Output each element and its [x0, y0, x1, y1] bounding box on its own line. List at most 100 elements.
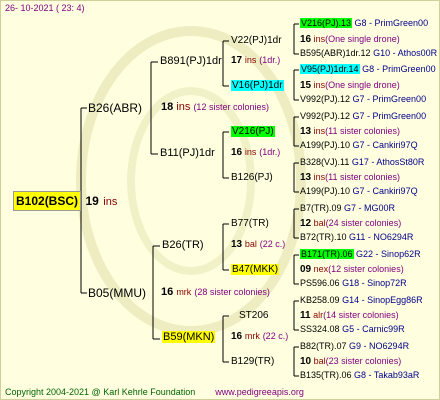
gen4-ancestor-label: B171(TR).06 — [300, 249, 354, 259]
gen2-stats-4-ins: mrk — [244, 331, 260, 341]
gen4-stats-sisters: (One single drone) — [325, 34, 400, 44]
gen4-ancestor-lineage: G8 - PrimGreen00 — [354, 18, 429, 28]
gen4-ancestor-lineage: G8 - Takab93aR — [354, 370, 420, 380]
gen2-stats-4-number: 16 — [231, 331, 243, 342]
gen4-ancestor-lineage: G7 - Cankiri97Q — [352, 140, 418, 150]
gen4-ancestor-row: A199(PJ).10 G7 - Cankiri97Q — [300, 186, 439, 196]
gen4-ancestor-label: SS324.08 — [300, 324, 340, 334]
gen4-ancestor-row: B595(ABR)1dr.12 G10 - Athos00R — [300, 48, 439, 58]
gen4-ancestor-label: B135(TR).06 — [300, 370, 352, 380]
gen3-node-1: V22(PJ)1dr — [231, 35, 282, 46]
gen4-ancestor-label: A199(PJ).10 — [300, 140, 351, 150]
gen4-ancestor-label: B72(TR).10 — [300, 232, 347, 242]
gen3-node-8: B129(TR) — [231, 356, 275, 367]
gen4-stats-ins: bal — [313, 356, 326, 366]
gen4-stats-number: 09 — [300, 264, 312, 275]
gen3-node-2: V16(PJ)1dr — [231, 80, 284, 91]
gen2-stats-3-number: 13 — [231, 239, 243, 250]
root-queen-number: 19 — [85, 194, 99, 208]
root-queen: B102(BSC) 19 ins — [13, 191, 117, 211]
gen3-node-5: B77(TR) — [231, 218, 269, 229]
date-header: 26- 10-2021 ( 23: 4) — [5, 3, 85, 13]
gen2-stats-3-sisters: (22 c.) — [259, 239, 286, 249]
gen4-stats-ins: ins — [313, 80, 326, 90]
gen4-ancestor-lineage: G5 - Carnic99R — [342, 324, 405, 334]
gen4-ancestor-lineage: G7 - PrimGreen00 — [352, 111, 427, 121]
gen2-stats-1-sisters: (1dr.) — [259, 55, 281, 65]
gen4-stats-row: 16 ins(One single drone) — [300, 35, 400, 45]
gen4-ancestor-row: B328(VJ).11 G17 - AthosSt80R — [300, 157, 439, 167]
gen4-ancestor-row: B171(TR).06 G22 - Sinop62R — [300, 249, 439, 259]
gen4-stats-sisters: (11 sister colonies) — [325, 172, 401, 182]
gen4-stats-row: 13 ins(11 sister colonies) — [300, 173, 400, 183]
gen4-stats-row: 09 nex(12 sister colonies) — [300, 265, 404, 275]
gen4-ancestor-row: A199(PJ).10 G7 - Cankiri97Q — [300, 140, 439, 150]
gen2-stats-2-sisters: (1dr.) — [259, 147, 281, 157]
gen4-ancestor-lineage: G8 - PrimGreen00 — [362, 64, 436, 74]
gen4-stats-row: 12 bal(24 sister colonies) — [300, 219, 401, 229]
gen4-ancestor-lineage: G22 - Sinop62R — [356, 249, 421, 259]
gen2-stats-4: 16 mrk (22 c.) — [231, 332, 288, 342]
gen4-stats-number: 12 — [300, 218, 312, 229]
gen1-stats-1-number: 18 — [161, 101, 174, 113]
footer: Copyright 2004-2021 @ Karl Kehrle Founda… — [5, 388, 304, 397]
gen4-ancestor-lineage: G7 - PrimGreen00 — [352, 94, 427, 104]
gen1-node-2: B05(MMU) — [88, 286, 147, 300]
gen4-stats-row: 10 bal(23 sister colonies) — [300, 357, 401, 367]
gen4-ancestor-label: V992(PJ).12 — [300, 111, 351, 121]
gen4-stats-row: 13 ins(11 sister colonies) — [300, 127, 400, 137]
gen4-ancestor-label: B7(TR).09 — [300, 203, 342, 213]
gen4-stats-ins: ins — [313, 34, 326, 44]
gen4-ancestor-row: B72(TR).10 G11 - NO6294R — [300, 232, 439, 242]
gen3-node-2-label: V16(PJ)1dr — [231, 80, 284, 91]
gen2-stats-3-ins: bal — [244, 239, 257, 249]
gen4-stats-number: 13 — [300, 126, 312, 137]
gen2-stats-2-ins: ins — [244, 147, 257, 157]
gen4-ancestor-lineage: G18 - Sinop72R — [342, 278, 407, 288]
gen3-node-4: B126(PJ) — [231, 172, 273, 183]
gen4-ancestor-label: B328(VJ).11 — [300, 157, 350, 167]
gen4-ancestor-row: V992(PJ).12 G7 - PrimGreen00 — [300, 111, 439, 121]
gen4-ancestor-row: KB258.09 G14 - SinopEgg86R — [300, 295, 439, 305]
gen1-stats-2: 16 mrk (28 sister colonies) — [161, 287, 270, 298]
gen4-ancestor-label: B595(ABR)1dr.12 — [300, 48, 371, 58]
gen4-ancestor-label: V992(PJ).12 — [300, 94, 351, 104]
gen2-stats-1-ins: ins — [244, 55, 257, 65]
gen4-ancestor-row: SS324.08 G5 - Carnic99R — [300, 324, 439, 334]
gen3-node-6-label: B47(MKK) — [231, 264, 280, 275]
gen4-ancestor-row: B135(TR).06 G8 - Takab93aR — [300, 370, 439, 380]
gen1-stats-2-ins: mrk — [176, 287, 192, 297]
footer-url[interactable]: www.pedigreeapis.org — [215, 387, 304, 397]
gen2-node-4-label: B59(MKN) — [162, 331, 216, 343]
gen4-stats-number: 16 — [300, 34, 312, 45]
gen3-node-6: B47(MKK) — [231, 264, 280, 275]
gen4-ancestor-lineage: G14 - SinopEgg86R — [342, 295, 423, 305]
gen4-stats-number: 10 — [300, 356, 312, 367]
gen1-stats-1: 18 ins (12 sister colonies) — [161, 102, 269, 113]
gen4-ancestor-row: V95(PJ)1dr.14 G8 - PrimGreen00 — [300, 64, 439, 74]
gen4-ancestor-lineage: G7 - Cankiri97Q — [352, 186, 418, 196]
gen1-stats-1-sisters: (12 sister colonies) — [193, 102, 269, 112]
gen4-ancestor-row: PS596.06 G18 - Sinop72R — [300, 278, 439, 288]
gen4-ancestor-label: V216(PJ).13 — [300, 18, 353, 28]
gen1-node-1: B26(ABR) — [88, 101, 143, 115]
gen4-stats-row: 11 alr(14 sister colonies) — [300, 311, 399, 321]
gen4-stats-ins: ins — [313, 172, 326, 182]
gen2-node-1: B891(PJ)1dr — [160, 55, 222, 67]
gen4-ancestor-lineage: G7 - MG00R — [344, 203, 396, 213]
gen2-stats-2-number: 16 — [231, 147, 243, 158]
footer-copyright: Copyright 2004-2021 @ Karl Kehrle Founda… — [5, 387, 196, 397]
gen2-node-3: B26(TR) — [162, 239, 204, 251]
gen4-ancestor-label: V95(PJ)1dr.14 — [300, 64, 360, 74]
gen4-ancestor-lineage: G10 - Athos00R — [373, 48, 438, 58]
gen2-stats-4-sisters: (22 c.) — [262, 331, 289, 341]
gen2-stats-1: 17 ins (1dr.) — [231, 56, 280, 66]
gen4-stats-sisters: (One single drone) — [325, 80, 400, 90]
gen3-node-3-label: V216(PJ) — [231, 126, 275, 137]
gen4-stats-sisters: (12 sister colonies) — [328, 264, 404, 274]
gen4-stats-ins: nex — [313, 264, 329, 274]
gen1-stats-1-ins: ins — [176, 101, 191, 113]
gen4-stats-sisters: (14 sister colonies) — [323, 310, 399, 320]
gen4-stats-number: 15 — [300, 80, 312, 91]
gen4-ancestor-lineage: G17 - AthosSt80R — [351, 157, 425, 167]
